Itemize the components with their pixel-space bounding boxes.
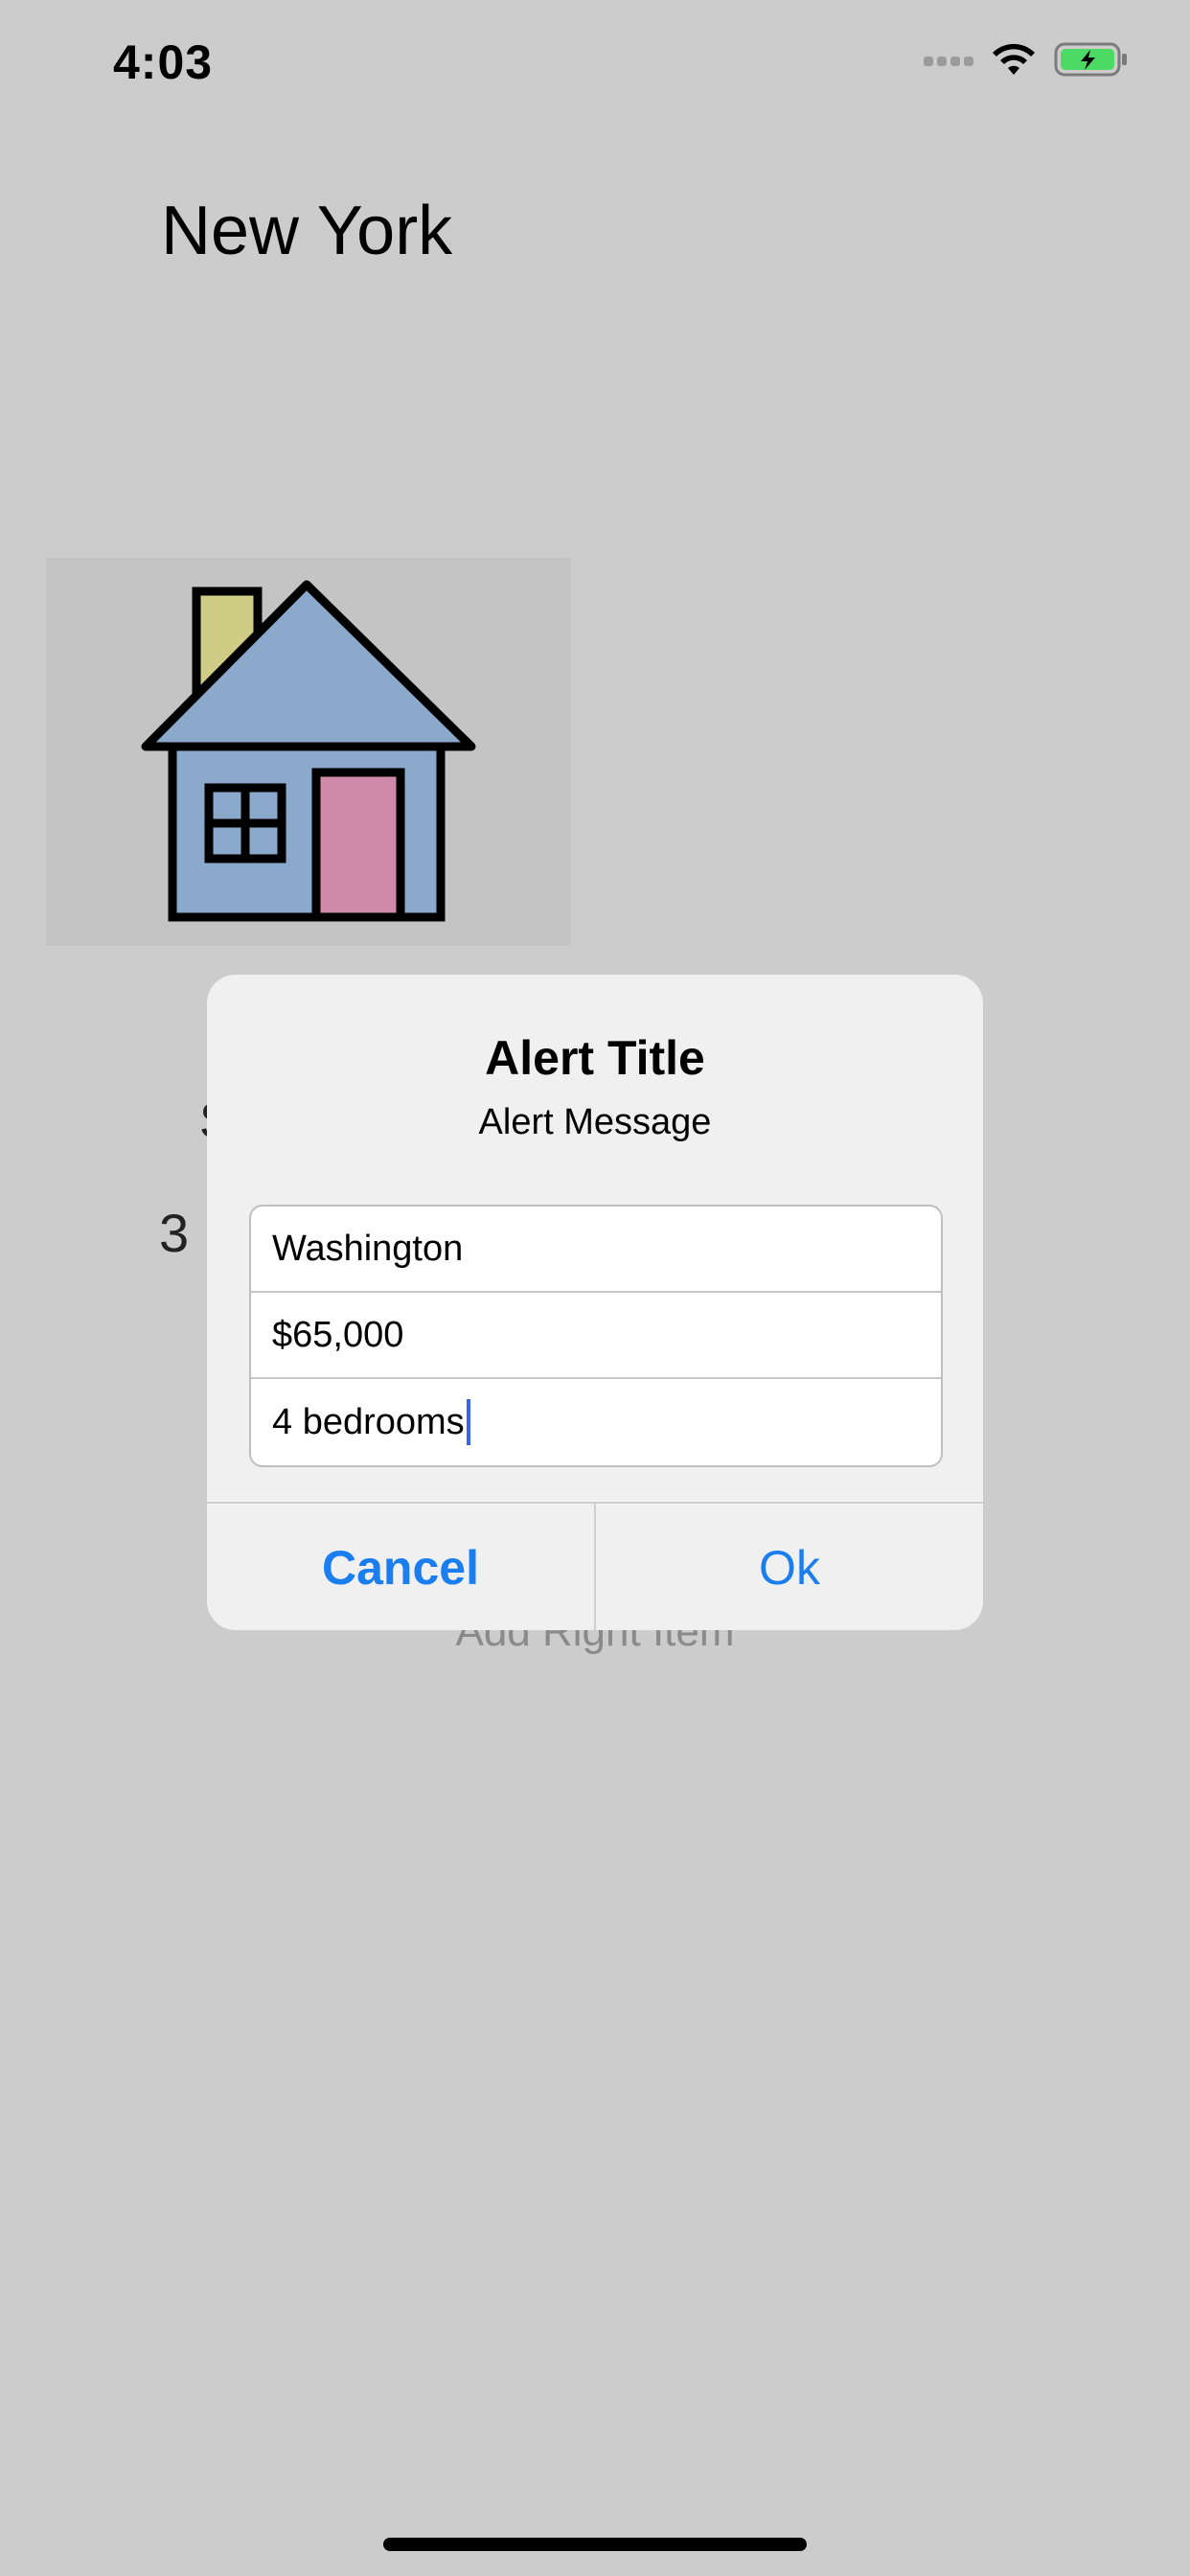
status-icons: [924, 42, 1129, 80]
status-time: 4:03: [113, 35, 214, 89]
alert-title: Alert Title: [485, 1031, 705, 1085]
home-indicator[interactable]: [383, 2538, 807, 2551]
house-icon: [141, 580, 476, 922]
alert-text-fields: Washington $65,000 4 bedrooms: [249, 1205, 943, 1467]
alert-message: Alert Message: [478, 1102, 712, 1142]
city-text-field[interactable]: Washington: [251, 1207, 941, 1293]
alert-buttons: Cancel Ok: [207, 1502, 983, 1630]
signal-icon: [924, 57, 973, 66]
bedrooms-text-field-value: 4 bedrooms: [272, 1401, 465, 1442]
ok-button[interactable]: Ok: [596, 1504, 983, 1630]
alert-dialog: Alert Title Alert Message Washington $65…: [207, 975, 983, 1630]
wifi-icon: [991, 42, 1037, 81]
house-image: [46, 558, 571, 946]
text-cursor: [466, 1399, 470, 1445]
city-title: New York: [161, 193, 453, 269]
bedrooms-text-field[interactable]: 4 bedrooms: [251, 1379, 941, 1465]
price-text-field[interactable]: $65,000: [251, 1293, 941, 1379]
city-text-field-value: Washington: [272, 1228, 464, 1269]
price-text-field-value: $65,000: [272, 1314, 404, 1355]
cancel-button[interactable]: Cancel: [207, 1504, 596, 1630]
battery-charging-icon: [1054, 41, 1129, 82]
partial-number: 3: [159, 1203, 190, 1263]
